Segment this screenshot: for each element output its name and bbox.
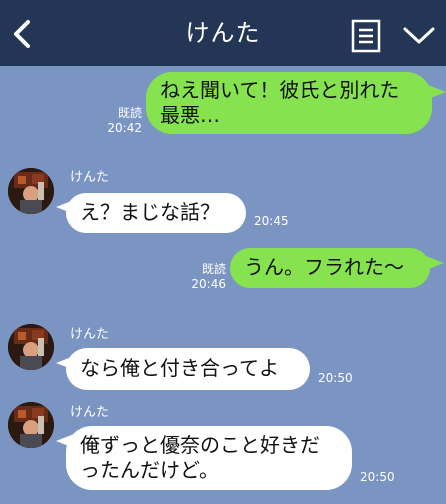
read-receipt: 既読 (201, 262, 226, 276)
message-status: 既読 20:42 (96, 106, 142, 136)
bubble-tail (428, 85, 446, 99)
message-text: 最悪… (160, 103, 220, 127)
message-time: 20:50 (360, 470, 395, 484)
read-receipt: 既読 (117, 106, 142, 120)
message-text: うん。フラれた～ (244, 255, 404, 279)
avatar[interactable] (8, 402, 54, 448)
message-bubble-outgoing[interactable]: うん。フラれた～ (230, 248, 430, 288)
avatar[interactable] (8, 324, 54, 370)
chevron-down-icon (403, 27, 435, 44)
dropdown-button[interactable] (402, 22, 436, 50)
chat-screen: けんた 既読 20:42 ねえ聞いて！彼氏と別れた 最悪… けんた え？まじな話… (0, 0, 446, 504)
message-text: 俺ずっと優奈のこと好きだ (80, 433, 320, 457)
avatar[interactable] (8, 168, 54, 214)
menu-button[interactable] (351, 19, 381, 53)
message-bubble-incoming[interactable]: なら俺と付き合ってよ (66, 348, 310, 390)
message-status: 既読 20:46 (180, 262, 226, 292)
chat-header: けんた (0, 0, 446, 66)
message-bubble-incoming[interactable]: え？まじな話？ (66, 193, 246, 233)
avatar-photo (8, 402, 54, 448)
bubble-tail (426, 256, 444, 270)
message-time: 20:50 (318, 371, 353, 385)
message-text: ったんだけど。 (80, 458, 219, 482)
avatar-photo (8, 324, 54, 370)
message-bubble-incoming[interactable]: 俺ずっと優奈のこと好きだ ったんだけど。 (66, 426, 352, 490)
sender-name: けんた (70, 405, 110, 420)
list-icon (351, 19, 381, 53)
sender-name: けんた (70, 170, 110, 185)
message-time: 20:45 (254, 214, 289, 228)
message-text: ねえ聞いて！彼氏と別れた (160, 78, 400, 102)
message-time: 20:42 (107, 121, 142, 135)
avatar-photo (8, 168, 54, 214)
message-bubble-outgoing[interactable]: ねえ聞いて！彼氏と別れた 最悪… (146, 72, 432, 134)
message-text: なら俺と付き合ってよ (80, 356, 279, 380)
message-text: え？まじな話？ (80, 200, 220, 224)
message-time: 20:46 (191, 277, 226, 291)
sender-name: けんた (70, 327, 110, 342)
